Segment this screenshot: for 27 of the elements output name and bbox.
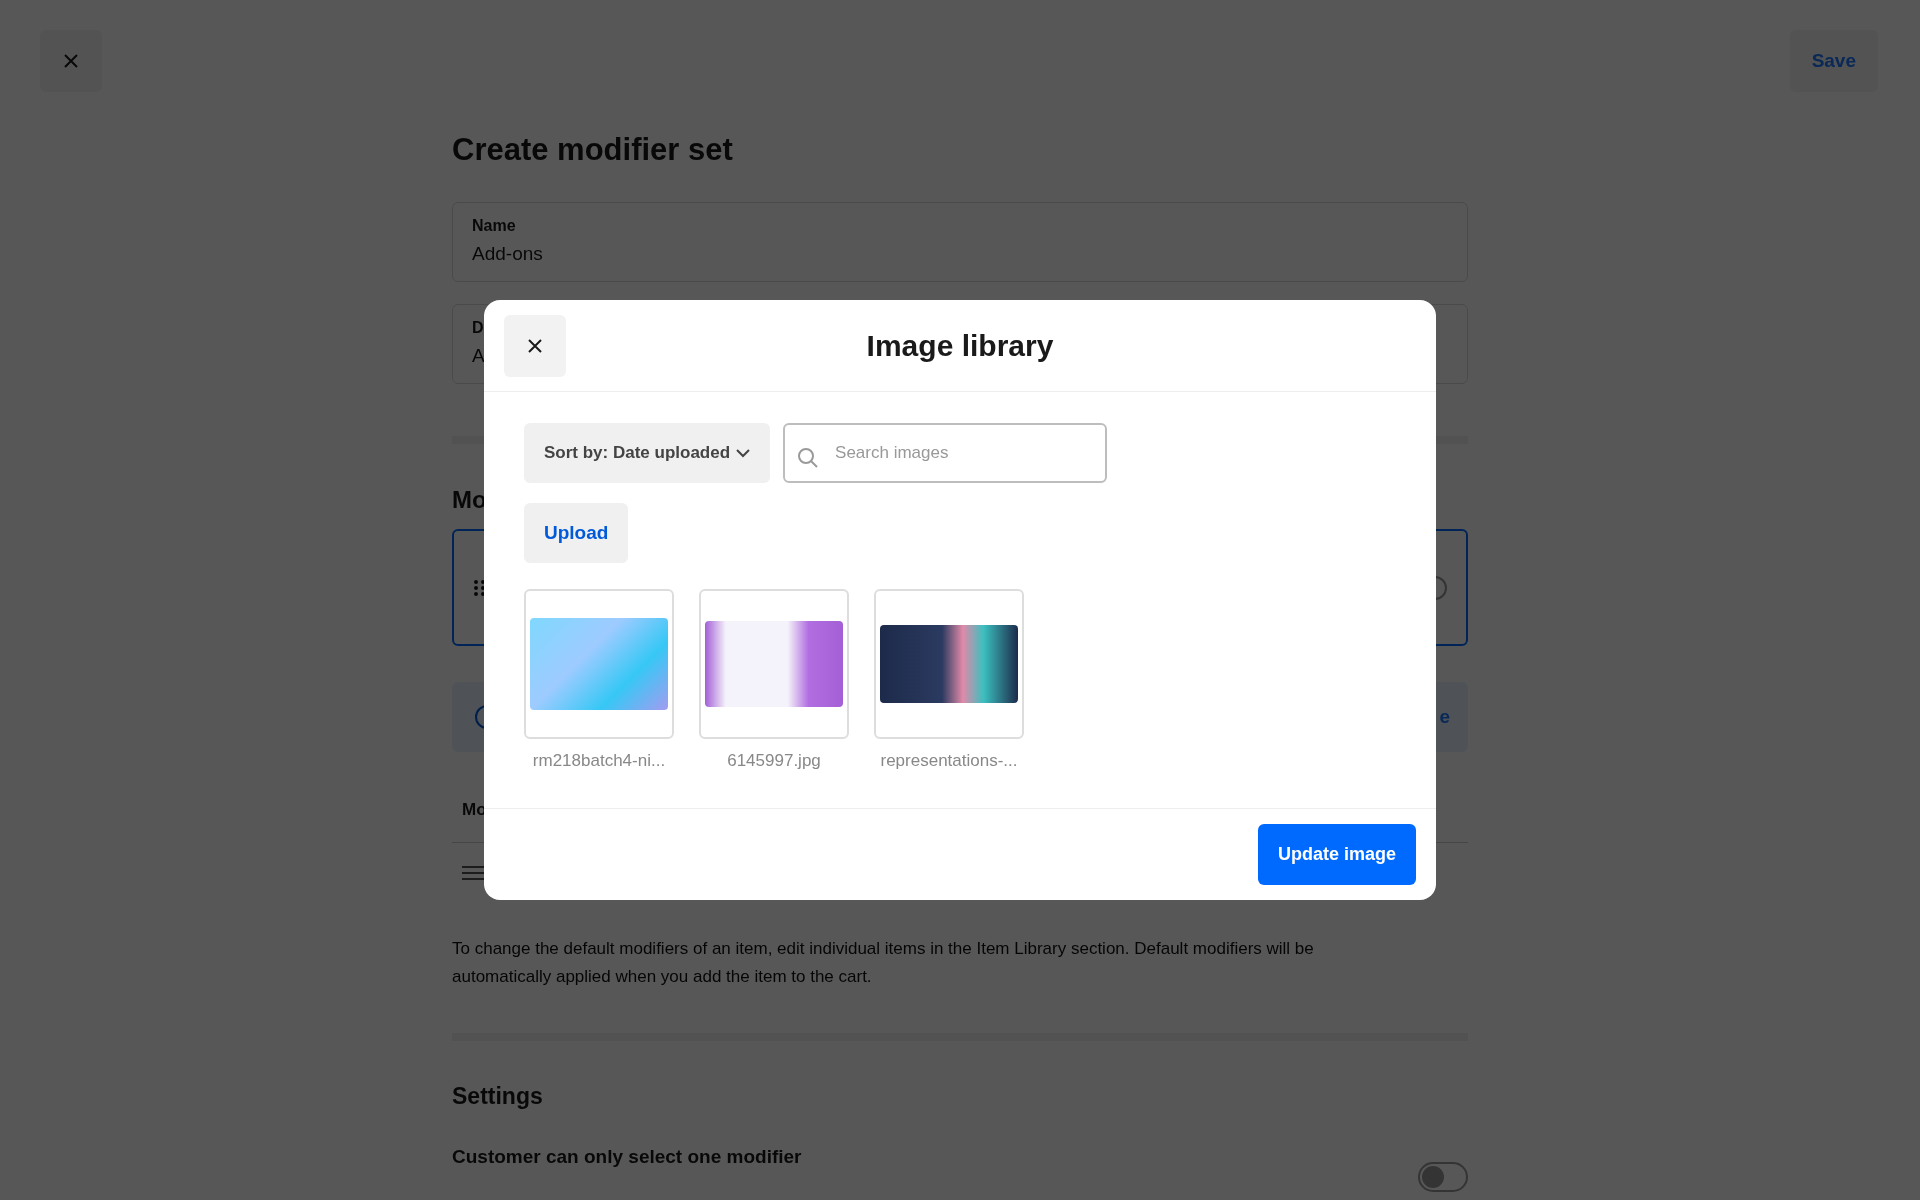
toggle-switch[interactable] bbox=[1418, 1162, 1468, 1192]
field-value: A bbox=[472, 345, 485, 367]
image-thumbnail[interactable] bbox=[699, 589, 849, 739]
close-icon bbox=[62, 52, 80, 70]
chevron-down-icon bbox=[736, 448, 751, 458]
image-filename: representations-... bbox=[880, 751, 1018, 771]
setting-label: Customer can only select one modifier bbox=[452, 1146, 802, 1168]
section-heading: Settings bbox=[452, 1083, 543, 1110]
field-value: Add-ons bbox=[472, 243, 543, 265]
page-title: Create modifier set bbox=[452, 132, 734, 168]
field-label: D bbox=[472, 319, 484, 337]
field-label: Name bbox=[472, 217, 516, 235]
update-image-button[interactable]: Update image bbox=[1257, 824, 1416, 885]
close-icon bbox=[526, 336, 544, 355]
help-text: To change the default modifiers of an item, edit individual items in the Item Library section. Default modifiers will be automatically applied when you add the item to the cart. bbox=[452, 938, 1315, 988]
image-thumbnail[interactable] bbox=[874, 589, 1024, 739]
upload-button[interactable]: Upload bbox=[524, 503, 629, 563]
image-filename: rm218batch4-ni... bbox=[532, 751, 666, 771]
sort-dropdown[interactable]: Sort by: Date uploaded bbox=[524, 423, 771, 483]
section-heading: Mo bbox=[452, 486, 487, 514]
drag-handle-icon[interactable] bbox=[474, 578, 486, 597]
search-icon bbox=[797, 447, 820, 469]
image-thumbnail[interactable] bbox=[524, 589, 674, 739]
image-filename: 6145997.jpg bbox=[727, 751, 821, 771]
text-field[interactable]: Name Add-ons bbox=[452, 202, 1468, 282]
dialog-title: Image library bbox=[866, 328, 1054, 363]
search-field[interactable]: Search images bbox=[783, 423, 1108, 483]
